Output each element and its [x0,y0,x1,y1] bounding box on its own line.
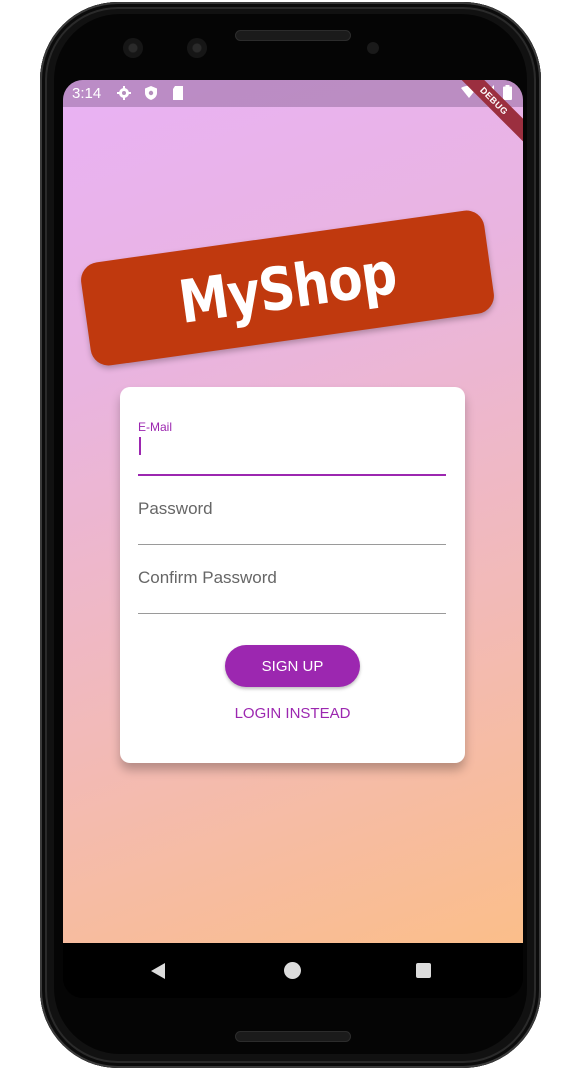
email-field[interactable]: E-Mail [138,420,446,476]
sd-card-icon [173,86,183,100]
bottom-speaker [235,1031,351,1042]
recents-icon[interactable] [416,963,431,978]
status-bar: 3:14 [63,80,523,107]
navigation-bar [63,943,523,998]
auth-card: E-Mail Password Confirm Password SIGN UP… [120,387,465,763]
front-camera-icon [123,38,143,58]
status-time: 3:14 [72,85,102,102]
email-underline [138,474,446,476]
earpiece-speaker [235,30,351,41]
password-underline [138,544,446,545]
login-instead-button[interactable]: LOGIN INSTEAD [120,705,465,722]
text-cursor [139,437,141,455]
confirm-password-underline [138,613,446,614]
settings-icon [117,86,131,100]
home-icon[interactable] [284,962,301,979]
device-screen: 3:14 DEBUG MyShop E-Mail Password Confir… [63,80,523,998]
password-field[interactable]: Password [138,497,446,545]
shield-icon [145,86,157,100]
email-label: E-Mail [138,420,173,434]
confirm-password-placeholder: Confirm Password [138,568,277,587]
front-sensor-icon [187,38,207,58]
password-placeholder: Password [138,499,213,518]
logo-text: MyShop [174,238,401,338]
signup-button[interactable]: SIGN UP [225,645,360,687]
battery-icon [503,85,512,100]
app-logo: MyShop [78,208,497,368]
confirm-password-field[interactable]: Confirm Password [138,566,446,614]
back-icon[interactable] [151,963,165,979]
auth-screen: 3:14 DEBUG MyShop E-Mail Password Confir… [63,80,523,943]
proximity-sensor-icon [367,42,379,54]
